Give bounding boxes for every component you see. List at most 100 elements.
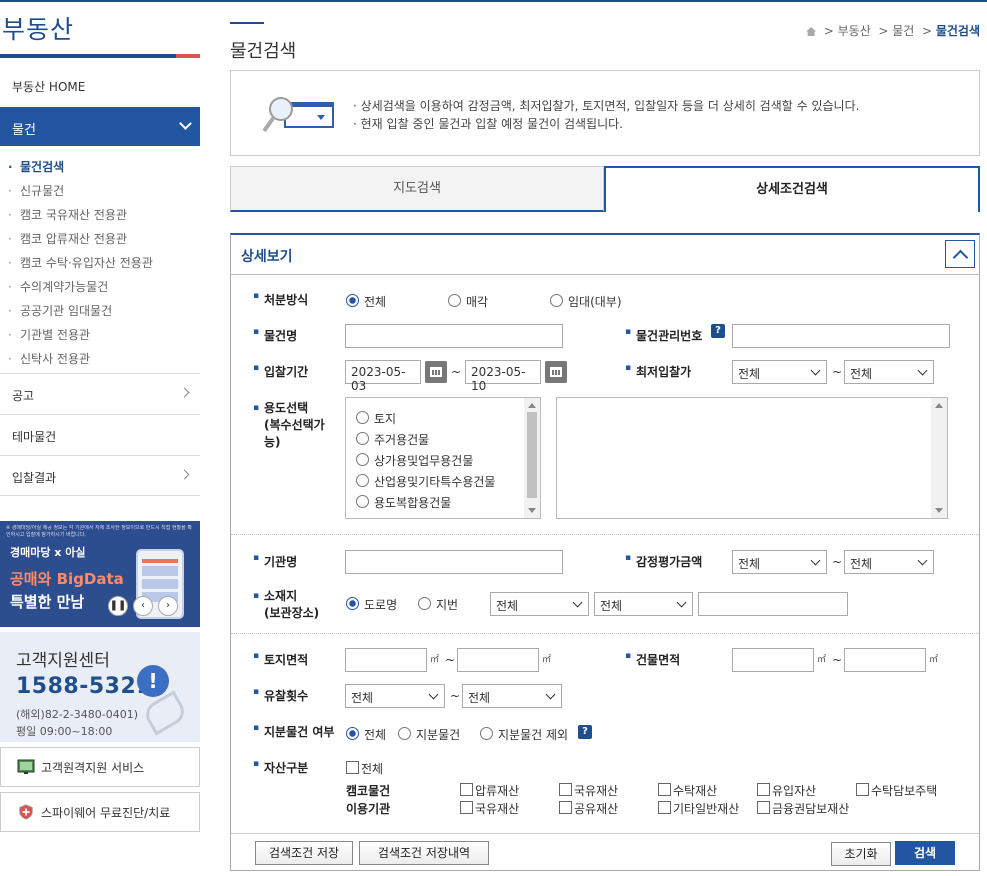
building-area-from-input[interactable] (732, 648, 814, 672)
usage-listbox[interactable]: 토지 주거용건물 상가용및업무용건물 산업용및기타특수용건물 용도복합용건물 (345, 397, 541, 519)
chevron-right-icon (179, 387, 190, 398)
label-share: 지분물건 여부 (253, 723, 334, 740)
radio-disposal-sale[interactable]: 매각 (448, 293, 488, 310)
scrollbar[interactable] (931, 398, 947, 518)
tab-detail-search[interactable]: 상세조건검색 (604, 166, 980, 212)
checkbox-trust[interactable]: 수탁재산 (658, 782, 717, 799)
breadcrumb-item[interactable]: 물건 (892, 24, 914, 38)
building-area-to-input[interactable] (844, 648, 926, 672)
min-bid-from-select[interactable]: 전체 (732, 360, 827, 384)
submenu-item-kamco-national[interactable]: 캠코 국유재산 전용관 (0, 203, 200, 227)
submenu-item-kamco-trust[interactable]: 캠코 수탁·유입자산 전용관 (0, 251, 200, 275)
label-usage: 용도선택 (복수선택가 능) (253, 400, 325, 451)
saved-search-history-button[interactable]: 검색조건 저장내역 (359, 841, 489, 865)
support-phone: 1588-5321 (16, 674, 153, 699)
checkbox-acquired[interactable]: 유입자산 (757, 782, 816, 799)
min-bid-to-select[interactable]: 전체 (844, 360, 934, 384)
spyware-scan-button[interactable]: 스파이웨어 무료진단/치료 (0, 792, 200, 832)
breadcrumb-item[interactable]: 부동산 (838, 24, 871, 38)
radio-disposal-lease[interactable]: 임대(대부) (550, 293, 622, 310)
location-sigungu-select[interactable]: 전체 (594, 592, 693, 616)
appraisal-from-select[interactable]: 전체 (732, 550, 827, 574)
sidebar: 부동산 부동산 HOME 물건 물건검색 신규물건 캠코 국유재산 전용관 캠코… (0, 0, 200, 876)
failed-count-from-select[interactable]: 전체 (345, 684, 445, 708)
pause-icon[interactable]: ❚❚ (108, 596, 128, 616)
radio-usage-mixed[interactable]: 용도복합용건물 (356, 494, 451, 511)
sidebar-item-items[interactable]: 물건 (0, 107, 200, 146)
next-icon[interactable]: › (158, 596, 178, 616)
land-area-to-input[interactable] (457, 648, 539, 672)
chevron-down-icon (179, 117, 192, 130)
remote-support-button[interactable]: 고객원격지원 서비스 (0, 747, 200, 787)
bid-start-date[interactable]: 2023-05-03 (345, 360, 421, 393)
checkbox-financial-collateral[interactable]: 금융권담보재산 (757, 800, 849, 817)
calendar-icon[interactable] (425, 361, 447, 383)
item-name-input[interactable] (345, 324, 563, 348)
label-item-name: 물건명 (253, 327, 297, 344)
save-search-button[interactable]: 검색조건 저장 (255, 841, 353, 865)
radio-share-all[interactable]: 전체 (346, 726, 386, 743)
label-building-area: 건물면적 (625, 651, 680, 668)
radio-location-road[interactable]: 도로명 (346, 596, 397, 613)
reset-button[interactable]: 초기화 (831, 842, 891, 866)
appraisal-to-select[interactable]: 전체 (844, 550, 934, 574)
support-hours: 평일 09:00~18:00 (16, 725, 113, 738)
panel-title: 상세보기 (241, 249, 293, 265)
prev-icon[interactable]: ‹ (133, 596, 153, 616)
collapse-button[interactable] (945, 240, 975, 268)
radio-usage-land[interactable]: 토지 (356, 410, 396, 427)
submenu-item-search[interactable]: 물건검색 (0, 155, 200, 179)
sidebar-item-home[interactable]: 부동산 HOME (12, 78, 85, 95)
label-bid-period: 입찰기간 (253, 363, 308, 380)
radio-usage-residential[interactable]: 주거용건물 (356, 431, 429, 448)
radio-share-exclude[interactable]: 지분물건 제외 (480, 726, 568, 743)
checkbox-seized[interactable]: 압류재산 (460, 782, 519, 799)
help-icon[interactable]: ? (711, 324, 725, 338)
agency-input[interactable] (345, 550, 563, 574)
radio-location-lot[interactable]: 지번 (418, 596, 458, 613)
support-title: 고객지원센터 (16, 651, 110, 671)
sidebar-item-notice[interactable]: 공고 (0, 373, 200, 414)
checkbox-trust-collateral[interactable]: 수탁담보주택 (856, 782, 937, 799)
info-text-1: · 상세검색을 이용하여 감정금액, 최저입찰가, 토지면적, 입찰일자 등을 … (353, 99, 860, 113)
checkbox-national[interactable]: 국유재산 (559, 782, 618, 799)
radio-usage-commercial[interactable]: 상가용및업무용건물 (356, 452, 473, 469)
tab-map-search[interactable]: 지도검색 (230, 166, 604, 212)
monitor-icon (17, 759, 35, 774)
scrollbar[interactable] (524, 398, 540, 518)
search-button[interactable]: 검색 (895, 841, 955, 865)
main-content: 물건검색 > 부동산 > 물건 > 물건검색 · 상세검색을 이용하여 감정금액… (230, 0, 980, 876)
checkbox-asset-all[interactable]: 전체 (346, 760, 383, 777)
radio-disposal-all[interactable]: 전체 (346, 293, 386, 310)
banner-line-3: 특별한 만남 (10, 593, 85, 611)
failed-count-to-select[interactable]: 전체 (462, 684, 562, 708)
item-mgmt-no-input[interactable] (732, 324, 950, 348)
land-area-from-input[interactable] (345, 648, 427, 672)
calendar-icon[interactable] (545, 361, 567, 383)
chevron-right-icon (179, 469, 190, 480)
banner-line-1: 경매마당 x 아실 (10, 546, 86, 559)
submenu-item-kamco-seized[interactable]: 캠코 압류재산 전용관 (0, 227, 200, 251)
bid-end-date[interactable]: 2023-05-10 (465, 360, 541, 393)
usage-detail-listbox[interactable] (556, 397, 948, 519)
location-sido-select[interactable]: 전체 (490, 592, 589, 616)
home-icon[interactable] (806, 27, 817, 36)
search-tabs: 지도검색 상세조건검색 (230, 166, 980, 212)
help-icon[interactable]: ? (578, 725, 592, 739)
info-text-2: · 현재 입찰 중인 물건과 입찰 예정 물건이 검색됩니다. (353, 117, 623, 131)
location-detail-input[interactable] (698, 592, 848, 616)
submenu-item-agency[interactable]: 기관별 전용관 (0, 323, 200, 347)
divider (231, 833, 979, 834)
sidebar-item-results[interactable]: 입찰결과 (0, 455, 200, 496)
radio-usage-industrial[interactable]: 산업용및기타특수용건물 (356, 473, 495, 490)
submenu-item-negotiable[interactable]: 수의계약가능물건 (0, 275, 200, 299)
radio-share-only[interactable]: 지분물건 (398, 726, 460, 743)
sidebar-item-theme[interactable]: 테마물건 (0, 414, 200, 455)
checkbox-agency-national[interactable]: 국유재산 (460, 800, 519, 817)
checkbox-public[interactable]: 공유재산 (559, 800, 618, 817)
question-icon: ! (137, 665, 169, 697)
checkbox-other-general[interactable]: 기타일반재산 (658, 800, 739, 817)
submenu-item-public-lease[interactable]: 공공기관 임대물건 (0, 299, 200, 323)
submenu-item-trust-company[interactable]: 신탁사 전용관 (0, 347, 200, 371)
submenu-item-new[interactable]: 신규물건 (0, 179, 200, 203)
